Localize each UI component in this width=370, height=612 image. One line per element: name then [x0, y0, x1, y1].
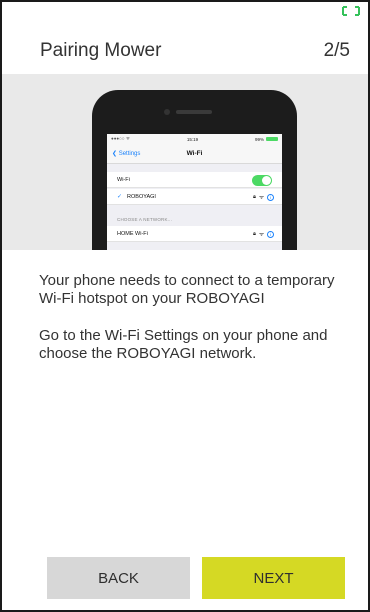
signal-icon: ●●●○○ ᯤ — [111, 136, 130, 141]
wifi-signal-icon: ᯤ — [258, 195, 264, 201]
network-icons: 🔒︎ ᯤ i — [253, 193, 274, 201]
ios-time: 15:19 — [186, 136, 199, 142]
ios-battery-percent: 99% — [254, 136, 264, 142]
wifi-toggle-icon — [252, 175, 272, 186]
lock-icon: 🔒︎ — [253, 193, 256, 200]
connected-network-row: ✓ ROBOYAGI 🔒︎ ᯤ i — [107, 189, 282, 205]
ios-status-bar: ●●●○○ ᯤ 15:19 99% — [107, 134, 282, 144]
ios-status-right: 99% — [255, 137, 278, 142]
instruction-paragraph-1: Your phone needs to connect to a tempora… — [39, 272, 335, 308]
ios-nav-bar: ❮ Settings Wi-Fi — [107, 144, 282, 164]
lock-icon: 🔒︎ — [253, 230, 256, 237]
ios-nav-title: Wi-Fi — [186, 150, 203, 157]
connected-network-name: ROBOYAGI — [127, 193, 156, 200]
phone-illustration: ●●●○○ ᯤ 15:19 99% ❮ Settings Wi-Fi Wi-Fi — [2, 74, 368, 250]
info-icon: i — [267, 230, 274, 238]
phone-screen: ●●●○○ ᯤ 15:19 99% ❮ Settings Wi-Fi Wi-Fi — [107, 134, 282, 250]
wifi-signal-icon: ᯤ — [258, 232, 264, 238]
instructions: Your phone needs to connect to a tempora… — [39, 272, 349, 381]
info-icon: i — [267, 193, 274, 201]
step-indicator: 2/5 — [323, 40, 350, 61]
next-button[interactable]: NEXT — [202, 557, 345, 599]
camera-dot — [164, 109, 170, 115]
wifi-label: Wi-Fi — [117, 176, 130, 183]
speaker-slot — [176, 110, 212, 114]
battery-icon — [265, 137, 278, 141]
screen-frame: Pairing Mower 2/5 ●●●○○ ᯤ 15:19 99% ❮ Se… — [0, 0, 370, 612]
other-network-row: HOME Wi-Fi 🔒︎ ᯤ i — [107, 226, 282, 242]
choose-network-label: CHOOSE A NETWORK... — [117, 217, 173, 222]
page-title: Pairing Mower — [40, 40, 162, 61]
wifi-toggle-row: Wi-Fi — [107, 172, 282, 188]
phone-image: ●●●○○ ᯤ 15:19 99% ❮ Settings Wi-Fi Wi-Fi — [92, 90, 297, 250]
back-button[interactable]: BACK — [47, 557, 190, 599]
header: Pairing Mower 2/5 — [2, 2, 368, 74]
other-network-name: HOME Wi-Fi — [117, 230, 148, 237]
instruction-paragraph-2: Go to the Wi-Fi Settings on your phone a… — [39, 326, 328, 362]
checkmark-icon: ✓ — [117, 194, 123, 200]
network-icons: 🔒︎ ᯤ i — [253, 230, 274, 238]
